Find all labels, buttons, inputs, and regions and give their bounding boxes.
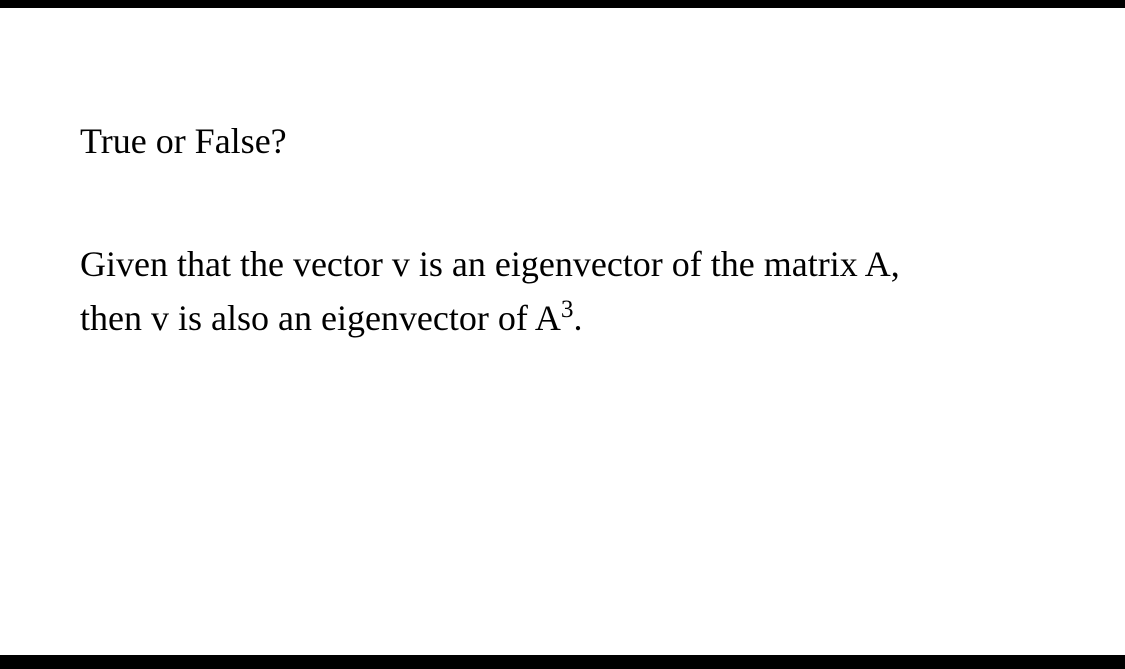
question-body: Given that the vector v is an eigenvecto… (80, 237, 1045, 345)
bottom-border (0, 655, 1125, 669)
question-header: True or False? (80, 120, 1045, 162)
question-line2-prefix: then v is also an eigenvector of A (80, 298, 561, 338)
question-content: True or False? Given that the vector v i… (0, 0, 1125, 345)
top-border (0, 0, 1125, 8)
exponent: 3 (561, 296, 574, 323)
question-line2-suffix: . (573, 298, 582, 338)
question-line1: Given that the vector v is an eigenvecto… (80, 244, 900, 284)
